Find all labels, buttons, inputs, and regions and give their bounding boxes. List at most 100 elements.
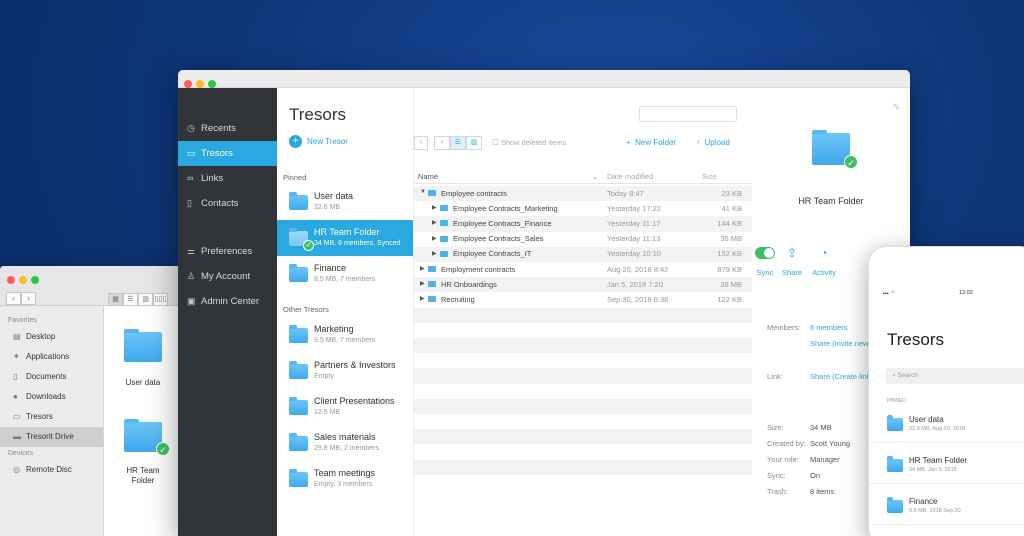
back-button[interactable]: ‹	[6, 292, 21, 305]
file-date: Yesterday 11:17	[607, 218, 661, 228]
nav-item-recents[interactable]: ◷ Recents	[178, 116, 277, 141]
synced-check-icon: ✓	[844, 155, 858, 169]
main-titlebar	[178, 70, 910, 88]
collapsed-triangle-icon[interactable]: ▶	[432, 204, 437, 211]
tresor-row-user-data[interactable]: User data 32.6 MB	[277, 184, 413, 220]
back-button[interactable]: ‹	[414, 136, 428, 150]
pin-icon[interactable]: ✎	[892, 102, 900, 113]
phone-row-finance[interactable]: Finance 8.5 MB, 2018 Sep 30	[869, 487, 1024, 525]
file-row[interactable]: ▶ Employee Contracts_Marketing Yesterday 1…	[414, 201, 752, 216]
nav-item-contacts[interactable]: ▯ Contacts	[178, 191, 277, 216]
sidebar-item-applications[interactable]: ✦ Applications	[0, 347, 103, 367]
link-icon: ∞	[187, 173, 194, 183]
folder-icon	[289, 361, 308, 379]
disc-icon: ◎	[13, 465, 20, 474]
collapsed-triangle-icon[interactable]: ▶	[432, 235, 437, 242]
phone-mockup: ▪▪▪ ⌔ 13:02 ▮ Tresors ⌕ Search PINNED Us…	[868, 246, 1024, 536]
share-invite-link[interactable]: Share (Invite new	[810, 339, 868, 348]
file-row[interactable]: ▶ Employee Contracts_Finance Yesterday 11:…	[414, 216, 752, 232]
collapsed-triangle-icon[interactable]: ▶	[420, 280, 425, 287]
tresor-row-partners[interactable]: Partners & Investors Empty	[277, 353, 413, 389]
nav-item-my-account[interactable]: ♙ My Account	[178, 264, 277, 289]
sidebar-item-documents[interactable]: ▯ Documents	[0, 367, 103, 387]
finder-folder-user-data[interactable]: User data	[108, 329, 178, 387]
icon-view-button[interactable]: ▦	[108, 293, 123, 306]
search-input[interactable]	[639, 106, 737, 122]
folder-icon	[887, 415, 903, 431]
file-size: 41 KB	[721, 203, 742, 213]
close-button[interactable]	[184, 80, 192, 88]
nav-item-links[interactable]: ∞ Links	[178, 166, 277, 191]
activity-button[interactable]: ◔ Activity	[806, 244, 842, 277]
tresor-name: Finance	[314, 263, 347, 273]
sidebar-item-downloads[interactable]: ● Downloads	[0, 387, 103, 407]
nav-item-preferences[interactable]: ⚌ Preferences	[178, 239, 277, 264]
tresor-row-marketing[interactable]: Marketing 9.5 MB, 7 members	[277, 317, 413, 353]
folder-icon	[289, 433, 308, 451]
file-browser: ‹ ▫ ☰ ▥ ☐ Show deleted items + New Folde…	[414, 88, 752, 536]
grid-view-button[interactable]: ▫	[434, 136, 450, 150]
file-row[interactable]: ▼ Employee contracts Today 8:47 23 KB	[414, 186, 752, 202]
collapsed-triangle-icon[interactable]: ▶	[432, 250, 437, 257]
create-link-button[interactable]: Share (Create link)	[810, 372, 873, 381]
created-by-value: Scott Young	[810, 439, 851, 448]
expanded-triangle-icon[interactable]: ▼	[420, 189, 426, 195]
file-name: Recruiting	[441, 294, 475, 304]
members-link[interactable]: 6 members	[810, 323, 848, 332]
close-button[interactable]	[7, 276, 15, 284]
nav-item-admin-center[interactable]: ▣ Admin Center	[178, 289, 277, 314]
phone-row-hr-team[interactable]: HR Team Folder 34 MB, Jan 5, 2018	[869, 446, 1024, 484]
gallery-view-button[interactable]: ▯▯▯	[153, 293, 168, 306]
forward-button[interactable]: ›	[21, 292, 36, 305]
column-view-button[interactable]: ▥	[138, 293, 153, 306]
phone-row-user-data[interactable]: User data 32.6 MB, Aug 20, 2018	[869, 405, 1024, 443]
finder-folder-hr-team[interactable]: ✓ HR Team Folder	[108, 419, 178, 486]
sort-chevron-icon[interactable]: ⌄	[592, 172, 598, 181]
sidebar-item-label: Downloads	[26, 392, 66, 401]
column-date[interactable]: Date modified	[607, 172, 653, 181]
file-name: Employee contracts	[441, 188, 507, 198]
column-view-button[interactable]: ▥	[466, 136, 482, 150]
collapsed-triangle-icon[interactable]: ▶	[420, 265, 425, 272]
collapsed-triangle-icon[interactable]: ▶	[432, 219, 437, 226]
tresor-name: Partners & Investors	[314, 360, 396, 370]
list-view-button[interactable]: ☰	[123, 293, 138, 306]
new-tresor-button[interactable]: + New Tresor	[289, 135, 348, 148]
phone-search-input[interactable]: ⌕ Search	[885, 368, 1024, 384]
nav-item-tresors[interactable]: ▭ Tresors	[178, 141, 277, 166]
collapsed-triangle-icon[interactable]: ▶	[420, 295, 425, 302]
minimize-button[interactable]	[19, 276, 27, 284]
file-row[interactable]: ▶ Employee Contracts_Sales Yesterday 11:13…	[414, 232, 752, 247]
tresor-row-sales-materials[interactable]: Sales materials 29.8 MB, 2 members	[277, 425, 413, 461]
nav-item-label: Contacts	[201, 198, 239, 209]
new-folder-button[interactable]: + New Folder	[626, 138, 676, 147]
upload-button[interactable]: ↑ Upload	[696, 138, 730, 147]
file-row[interactable]: ▶ Employee Contracts_IT Yesterday 10:10 152…	[414, 246, 752, 262]
sidebar-item-tresors[interactable]: ▭ Tresors	[0, 407, 103, 427]
sidebar-item-tresorit-drive[interactable]: ▬ Tresorit Drive	[0, 427, 103, 447]
file-row[interactable]: ▶ Employment contracts Aug 20, 2018 8:42 87…	[414, 262, 752, 277]
file-row[interactable]: ▶ HR Onboardings Jan 5, 2018 7:20 38 MB	[414, 277, 752, 293]
phone-item-name: User data	[909, 415, 944, 424]
list-view-button[interactable]: ☰	[450, 136, 466, 150]
tresor-row-hr-team-folder[interactable]: ✓ HR Team Folder 34 MB, 6 members, Synce…	[277, 220, 413, 256]
share-button[interactable]: ⇪ Share	[774, 244, 810, 277]
synced-check-icon: ✓	[156, 442, 170, 456]
folder-icon: ✓	[289, 228, 314, 251]
zoom-button[interactable]	[31, 276, 39, 284]
tresor-row-team-meetings[interactable]: Team meetings Empty, 3 members	[277, 461, 413, 497]
minimize-button[interactable]	[196, 80, 204, 88]
folder-icon	[428, 190, 436, 196]
tresor-row-finance[interactable]: Finance 8.5 MB, 7 members	[277, 256, 413, 292]
tresor-row-client-presentations[interactable]: Client Presentations 12.5 MB	[277, 389, 413, 425]
file-row[interactable]: ▶ Recruiting Sep 30, 2018 6:38 122 KB	[414, 292, 752, 307]
sidebar-item-desktop[interactable]: ▤ Desktop	[0, 327, 103, 347]
column-size[interactable]: Size	[702, 172, 717, 181]
empty-row	[414, 444, 752, 459]
trash-value: 8 items	[810, 487, 835, 496]
zoom-button[interactable]	[208, 80, 216, 88]
folder-icon	[440, 250, 448, 257]
sidebar-item-remote-disc[interactable]: ◎ Remote Disc	[0, 460, 103, 480]
column-name[interactable]: Name	[418, 172, 438, 181]
show-deleted-toggle[interactable]: ☐ Show deleted items	[492, 138, 566, 147]
